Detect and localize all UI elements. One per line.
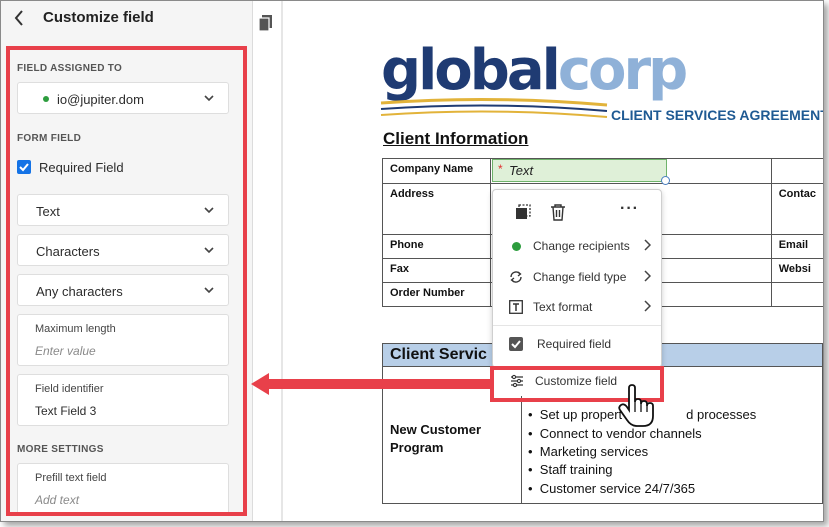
menu-change-field-type[interactable]: Change field type [493, 264, 661, 292]
menu-divider [493, 325, 661, 326]
company-name-label: Company Name [381, 158, 492, 184]
menu-text-format[interactable]: Text format [493, 294, 661, 322]
services-heading: Client Servic [390, 346, 487, 363]
website-label: Websi [770, 258, 823, 283]
agreement-title: CLIENT SERVICES AGREEMENT [611, 107, 824, 123]
checkbox-icon [509, 337, 523, 351]
bullet-item: • Customer service 24/7/365 [528, 481, 696, 496]
chevron-right-icon [644, 239, 651, 251]
bullet-item: • Connect to vendor channels [528, 426, 702, 441]
phone-label: Phone [381, 234, 492, 259]
text-format-icon [509, 300, 523, 314]
menu-item-label: Required field [537, 337, 612, 351]
panel-header: Customize field [1, 1, 252, 37]
panel-title: Customize field [43, 9, 154, 26]
logo-secondary: corp [557, 38, 688, 103]
swap-icon [510, 271, 522, 283]
blank-cell [770, 282, 823, 307]
hand-cursor-icon [618, 384, 654, 427]
order-number-label: Order Number [381, 282, 492, 307]
fax-label: Fax [381, 258, 492, 283]
customize-field-panel: Customize field FIELD ASSIGNED TO io@jup… [1, 1, 253, 521]
resize-handle[interactable] [661, 176, 670, 185]
company-text-field[interactable]: * Text [492, 159, 667, 182]
menu-item-label: Change recipients [533, 239, 630, 253]
app-window: Customize field FIELD ASSIGNED TO io@jup… [0, 0, 824, 522]
green-dot-icon [509, 239, 523, 253]
panel-highlight-box [6, 46, 247, 516]
contact-label: Contac [770, 183, 823, 235]
panel-divider [281, 1, 283, 521]
bullet-item: • Staff training [528, 462, 613, 477]
more-options-icon[interactable]: ··· [620, 200, 639, 218]
menu-item-label: Text format [533, 300, 593, 314]
address-label: Address [381, 183, 492, 235]
trash-icon[interactable] [550, 203, 566, 221]
bullet-item: • Marketing services [528, 444, 649, 459]
menu-change-recipients[interactable]: Change recipients [493, 233, 661, 261]
blank-cell [770, 158, 823, 184]
chevron-right-icon [644, 270, 651, 282]
logo-swoosh [380, 97, 608, 118]
text-field-placeholder: Text [509, 163, 534, 178]
chevron-right-icon [644, 300, 651, 312]
new-customer-program: New Customer Program [390, 422, 482, 455]
select-region-icon[interactable] [515, 204, 531, 220]
pointer-arrow [251, 373, 493, 395]
field-context-menu: ··· Change recipients Change field type … [492, 189, 662, 368]
client-info-heading: Client Information [383, 129, 529, 148]
copy-icon[interactable] [259, 15, 273, 32]
menu-item-label: Change field type [533, 270, 627, 284]
menu-required-field[interactable]: Required field [493, 331, 661, 359]
email-label: Email [770, 234, 823, 259]
globalcorp-logo: globalcorp [381, 38, 688, 103]
back-chevron-icon[interactable] [13, 9, 29, 27]
logo-primary: global [381, 38, 561, 103]
required-asterisk: * [498, 162, 503, 176]
